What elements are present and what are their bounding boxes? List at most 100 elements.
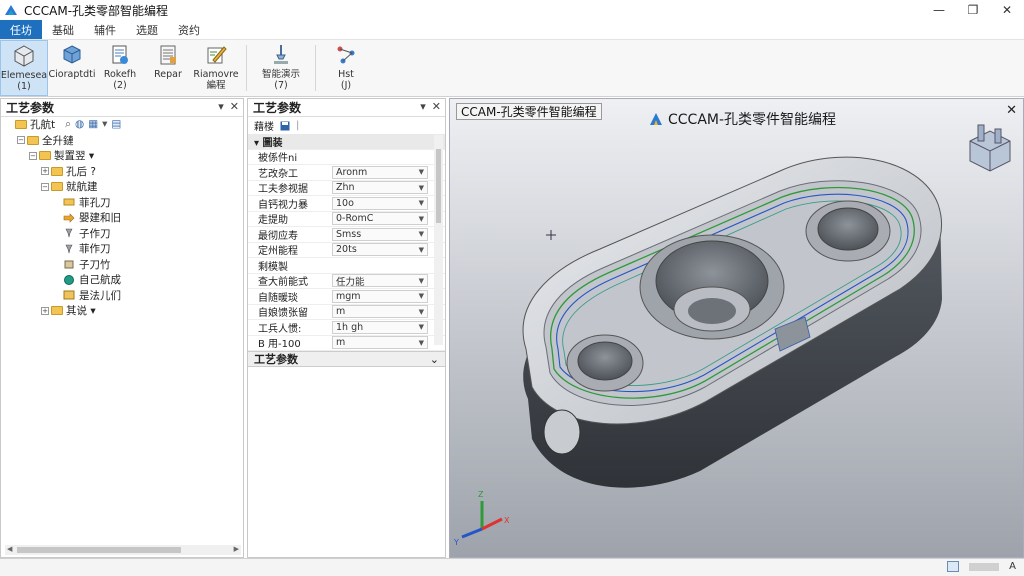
axis-triad: Z X Y <box>453 490 510 547</box>
tree-node[interactable]: + 孔后 ? <box>1 164 243 180</box>
parameter-group[interactable]: ▾ 圖装 <box>248 134 445 150</box>
title-bar: CCCAM-孔类零部智能编程 — ❐ ✕ <box>0 0 1024 20</box>
chevron-down-icon[interactable]: ▼ <box>419 246 424 254</box>
parameter-dropdown[interactable]: 任力能 ▼ <box>332 274 428 288</box>
tree-node[interactable]: 菲孔刀 <box>1 195 243 211</box>
parameter-label: 定州能程 <box>258 246 298 258</box>
horizontal-scrollbar[interactable]: ◀ ▶ <box>5 545 241 555</box>
center-bore <box>639 234 785 340</box>
grid-icon[interactable]: ▦ <box>88 118 98 130</box>
3d-viewport[interactable]: Z X Y CCAM-孔类零件智能编程 CCCAM-孔类零件智能编程 ✕ <box>449 98 1024 558</box>
viewport-close-button[interactable]: ✕ <box>1006 103 1017 118</box>
parameter-value: 1h gh <box>336 321 364 333</box>
scroll-left-icon[interactable]: ◀ <box>7 545 12 553</box>
view-icon[interactable]: ▤ <box>111 118 121 130</box>
dropdown-icon[interactable]: ▾ <box>102 118 107 130</box>
ribbon-report-button[interactable]: Repar <box>144 40 192 96</box>
ribbon-element-button[interactable]: Elemesea (1) <box>0 40 48 96</box>
chevron-down-icon[interactable]: ▼ <box>419 199 424 207</box>
tree-node[interactable]: − 全升鏈 <box>1 133 243 149</box>
ribbon-history-button[interactable]: Hst (J) <box>322 40 370 96</box>
tree-node-label: 菲孔刀 <box>79 196 111 209</box>
menu-tab-select[interactable]: 选题 <box>126 20 168 39</box>
tree-node-label: 自己航成 <box>79 274 121 287</box>
tree-node[interactable]: − 製置翌 ▾ <box>1 148 243 164</box>
parameter-value: 20ts <box>336 244 357 256</box>
tree-node[interactable]: 子刀竹 <box>1 257 243 273</box>
parameter-dropdown[interactable]: 10o ▼ <box>332 196 428 210</box>
parameter-row: 自娘馈张留 m ▼ <box>248 305 445 320</box>
tree-expander-icon[interactable]: + <box>41 306 49 315</box>
menu-tab-resources[interactable]: 资约 <box>168 20 210 39</box>
chevron-down-icon[interactable]: ▼ <box>419 339 424 347</box>
view-cube-icon[interactable] <box>969 124 1011 172</box>
parameter-value: Aronm <box>336 166 368 178</box>
chevron-down-icon[interactable]: ▼ <box>419 277 424 285</box>
chevron-down-icon[interactable]: ▼ <box>419 184 424 192</box>
parameter-dropdown[interactable]: m ▼ <box>332 336 428 350</box>
viewport-label: CCAM-孔类零件智能编程 <box>456 103 602 120</box>
parameter-dropdown[interactable]: 1h gh ▼ <box>332 320 428 334</box>
tree-node[interactable]: 子作刀 <box>1 226 243 242</box>
ribbon-component-button[interactable]: Cioraptdti <box>48 40 96 96</box>
tree-expander-icon[interactable]: − <box>29 151 37 160</box>
chevron-down-icon[interactable]: ▼ <box>419 168 424 176</box>
find-icon[interactable]: ◍ <box>75 118 84 130</box>
parameter-dropdown[interactable]: mgm ▼ <box>332 289 428 303</box>
parameter-group[interactable]: 剩模製 <box>248 258 445 274</box>
status-view-icon[interactable] <box>947 561 960 572</box>
panel-close-button[interactable]: ✕ <box>230 100 239 113</box>
drill-icon <box>65 244 73 253</box>
menu-tab-accessories[interactable]: 辅件 <box>84 20 126 39</box>
tree-node[interactable]: + 其说 ▾ <box>1 303 243 319</box>
drill-icon <box>65 228 73 238</box>
parameter-dropdown[interactable]: Aronm ▼ <box>332 165 428 179</box>
pin-button[interactable]: ▾ <box>218 100 224 113</box>
tree-node[interactable]: 菲作刀 <box>1 241 243 257</box>
folder-icon <box>39 151 51 161</box>
restore-button[interactable]: ❐ <box>956 0 990 20</box>
parameters-footer[interactable]: 工艺参数 ⌄ <box>248 351 445 367</box>
menu-tab-home[interactable]: 任坊 <box>0 20 42 39</box>
ribbon-refresh-button[interactable]: Rokefh (2) <box>96 40 144 96</box>
chevron-down-icon[interactable]: ▼ <box>419 308 424 316</box>
tree-toolbar: ⌕ ◍ ▦ ▾ ▤ <box>65 118 121 131</box>
parameter-group[interactable]: 被係件ni <box>248 150 445 165</box>
parameter-dropdown[interactable]: Smss ▼ <box>332 227 428 241</box>
tree-node[interactable]: 自己航成 <box>1 272 243 288</box>
tree-expander-icon[interactable]: + <box>41 167 49 176</box>
tree-node[interactable]: − 就航建 <box>1 179 243 195</box>
vertical-scrollbar[interactable] <box>434 135 443 345</box>
app-logo-icon <box>5 5 17 15</box>
parameter-row: 定州能程 20ts ▼ <box>248 243 445 258</box>
scrollbar-thumb[interactable] <box>436 149 441 223</box>
chevron-down-icon[interactable]: ▼ <box>419 323 424 331</box>
tree-node[interactable]: 是法儿们 <box>1 288 243 304</box>
ribbon-label: (1) <box>17 81 31 92</box>
tree-node[interactable]: 孔航t ⌕ ◍ ▦ ▾ ▤ <box>1 117 243 133</box>
parameter-dropdown[interactable]: 20ts ▼ <box>332 243 428 257</box>
parameter-dropdown[interactable]: 0-RomC ▼ <box>332 212 428 226</box>
tree-expander-icon[interactable]: − <box>17 136 25 145</box>
chevron-down-icon[interactable]: ▼ <box>419 215 424 223</box>
chevron-down-icon[interactable]: ▼ <box>419 292 424 300</box>
tree-node[interactable]: 嬰建和旧 <box>1 210 243 226</box>
parameter-dropdown[interactable]: m ▼ <box>332 305 428 319</box>
search-icon[interactable]: ⌕ <box>65 118 71 130</box>
ribbon-remove-button[interactable]: Riamovre 編程 <box>192 40 240 96</box>
scrollbar-thumb[interactable] <box>17 547 181 553</box>
close-window-button[interactable]: ✕ <box>990 0 1024 20</box>
menu-tab-basic[interactable]: 基础 <box>42 20 84 39</box>
part-model[interactable]: Z X Y <box>450 99 1024 558</box>
minimize-button[interactable]: — <box>922 0 956 20</box>
scroll-right-icon[interactable]: ▶ <box>234 545 239 553</box>
save-icon[interactable] <box>280 121 290 131</box>
tree-expander-icon[interactable]: − <box>41 182 49 191</box>
panel-close-button[interactable]: ✕ <box>432 100 441 113</box>
ribbon-label: Elemesea <box>0 70 48 81</box>
chevron-down-icon[interactable]: ▼ <box>419 230 424 238</box>
ribbon-smart-demo-button[interactable]: 智能演示 (7) <box>253 40 309 96</box>
parameter-dropdown[interactable]: Zhn ▼ <box>332 181 428 195</box>
chevron-down-icon[interactable]: ⌄ <box>430 353 439 366</box>
pin-button[interactable]: ▾ <box>420 100 426 113</box>
